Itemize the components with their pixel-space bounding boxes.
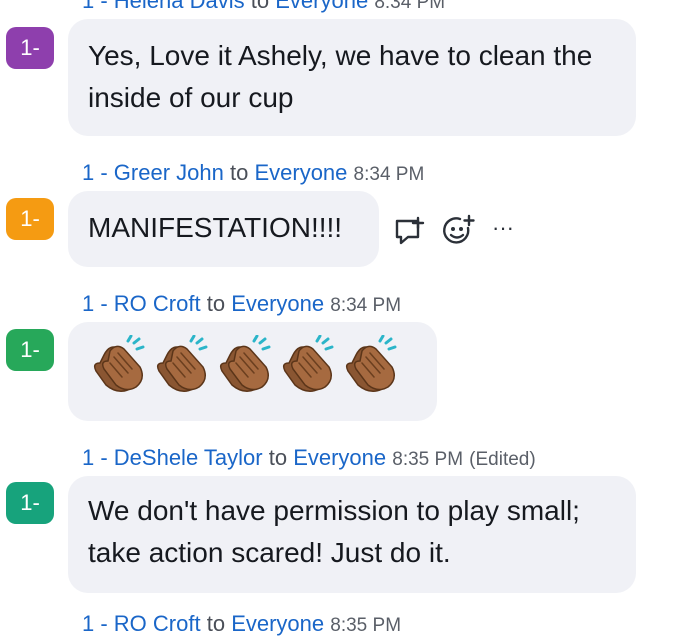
avatar[interactable]: 1- — [6, 198, 54, 240]
clapping-hands-emoji-icon — [342, 334, 402, 395]
avatar[interactable]: 1- — [6, 482, 54, 524]
timestamp: 8:35 PM — [330, 615, 402, 636]
clapping-hands-emoji-icon — [279, 334, 339, 395]
message-text: MANIFESTATION!!!! — [88, 212, 343, 243]
emoji-row — [90, 334, 437, 395]
edited-label: (Edited) — [469, 449, 536, 470]
recipient-name[interactable]: Everyone — [293, 445, 386, 470]
timestamp: 8:34 PM — [374, 0, 446, 13]
message-text: We don't have permission to play small; … — [88, 495, 580, 568]
sender-name[interactable]: 1 - RO Croft — [82, 291, 201, 316]
clapping-hands-emoji-icon — [153, 334, 213, 395]
timestamp: 8:34 PM — [353, 164, 425, 185]
avatar-label: 1- — [20, 206, 40, 231]
message-bubble[interactable]: Yes, Love it Ashely, we have to clean th… — [68, 19, 636, 136]
more-options-label: ··· — [492, 215, 514, 240]
reply-in-thread-icon[interactable] — [394, 216, 426, 246]
recipient-name[interactable]: Everyone — [275, 0, 368, 13]
message-bubble[interactable]: We don't have permission to play small; … — [68, 476, 636, 593]
sender-name[interactable]: 1 - RO Croft — [82, 611, 201, 636]
to-label: to — [206, 611, 226, 636]
recipient-name[interactable]: Everyone — [231, 611, 324, 636]
message-bubble[interactable] — [68, 322, 437, 421]
message-bubble[interactable]: MANIFESTATION!!!! — [68, 191, 379, 267]
message-header: 1 - RO Croft to Everyone 8:34 PM — [82, 291, 401, 319]
clapping-hands-emoji-icon — [216, 334, 276, 395]
sender-name[interactable]: 1 - DeShele Taylor — [82, 445, 263, 470]
avatar-label: 1- — [20, 337, 40, 362]
message-header: 1 - DeShele Taylor to Everyone 8:35 PM (… — [82, 445, 536, 473]
to-label: to — [268, 445, 288, 470]
add-reaction-icon[interactable] — [442, 214, 476, 246]
message-text: Yes, Love it Ashely, we have to clean th… — [88, 40, 593, 113]
more-options-icon[interactable]: ··· — [492, 215, 514, 240]
sender-name[interactable]: 1 - Helena Davis — [82, 0, 245, 13]
avatar[interactable]: 1- — [6, 329, 54, 371]
message-header: 1 - RO Croft to Everyone 8:35 PM — [82, 611, 401, 639]
clapping-hands-emoji-icon — [90, 334, 150, 395]
to-label: to — [206, 291, 226, 316]
avatar[interactable]: 1- — [6, 27, 54, 69]
sender-name[interactable]: 1 - Greer John — [82, 160, 224, 185]
timestamp: 8:35 PM — [392, 449, 464, 470]
avatar-label: 1- — [20, 35, 40, 60]
recipient-name[interactable]: Everyone — [231, 291, 324, 316]
message-header: 1 - Greer John to Everyone 8:34 PM — [82, 160, 424, 188]
message-header: 1 - Helena Davis to Everyone 8:34 PM — [82, 0, 445, 16]
avatar-label: 1- — [20, 490, 40, 515]
timestamp: 8:34 PM — [330, 295, 402, 316]
recipient-name[interactable]: Everyone — [254, 160, 347, 185]
to-label: to — [229, 160, 249, 185]
to-label: to — [250, 0, 270, 13]
